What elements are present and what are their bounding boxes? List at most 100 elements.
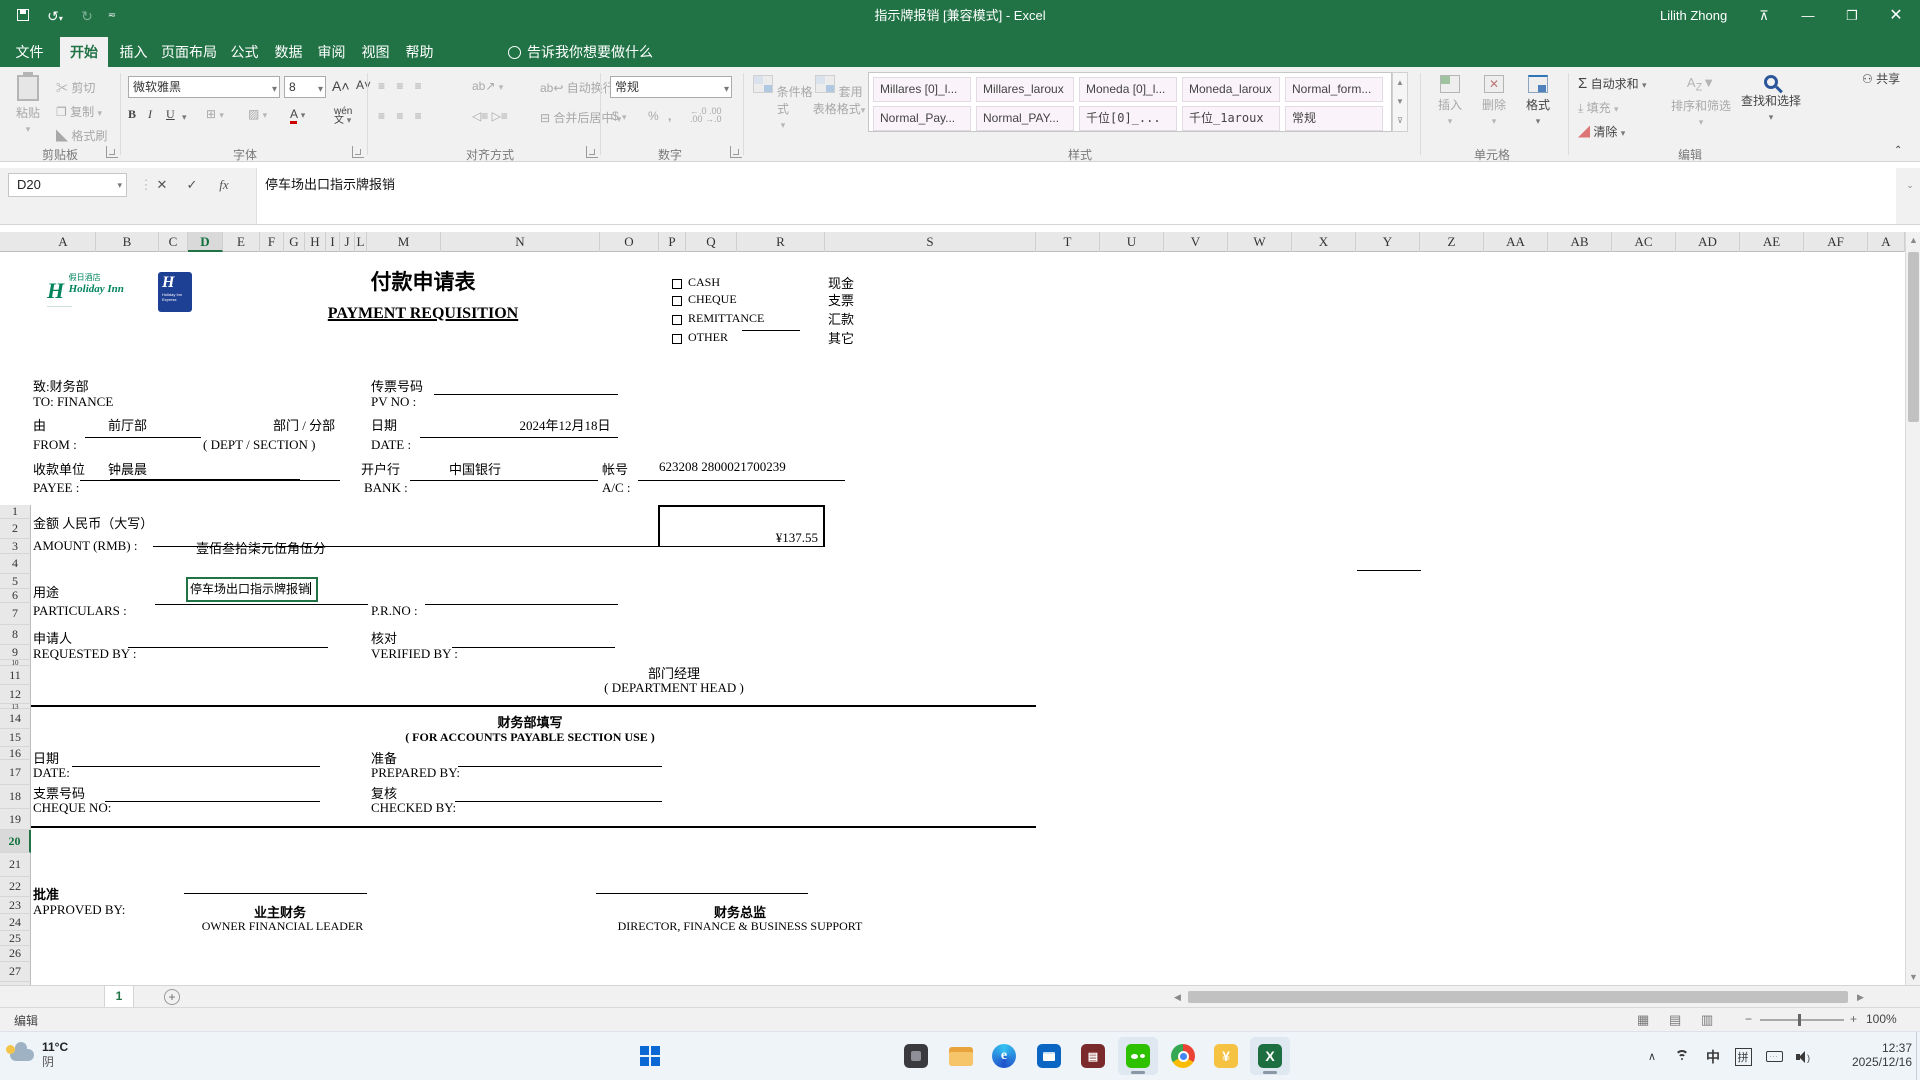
- ime-language-indicator[interactable]: 中: [1702, 1032, 1724, 1080]
- row-header-4[interactable]: 4: [0, 554, 31, 574]
- underline-button[interactable]: U: [166, 107, 175, 122]
- scroll-right-icon[interactable]: ▶: [1853, 991, 1868, 1003]
- format-as-table-button[interactable]: 套用 表格格式▾: [808, 75, 870, 117]
- currency-icon[interactable]: $ ▾: [612, 109, 627, 123]
- font-name-combo[interactable]: 微软雅黑 ▾: [128, 76, 280, 98]
- cut-button[interactable]: ✂ 剪切: [56, 79, 95, 96]
- row-header-19[interactable]: 19: [0, 809, 31, 830]
- sort-filter-button[interactable]: AZ▼ 排序和筛选 ▾: [1668, 75, 1734, 128]
- row-header-11[interactable]: 11: [0, 666, 31, 685]
- scroll-down-icon[interactable]: ▼: [1906, 969, 1920, 985]
- row-header-6[interactable]: 6: [0, 589, 31, 603]
- column-header-H[interactable]: H: [305, 232, 326, 252]
- column-header-C[interactable]: C: [159, 232, 188, 252]
- page-layout-view-icon[interactable]: ▤: [1669, 1012, 1681, 1028]
- row-header-27[interactable]: 27: [0, 962, 31, 982]
- file-explorer-icon[interactable]: [941, 1037, 981, 1075]
- percent-icon[interactable]: %: [648, 109, 659, 123]
- column-header-I[interactable]: I: [326, 232, 340, 252]
- column-header-E[interactable]: E: [223, 232, 260, 252]
- number-launcher-icon[interactable]: [730, 146, 742, 158]
- row-header-24[interactable]: 24: [0, 914, 31, 931]
- vertical-scrollbar[interactable]: ▲ ▼: [1905, 232, 1920, 985]
- column-header-D[interactable]: D: [188, 232, 223, 252]
- decimal-icons[interactable]: ←.0 .00.00 →.0: [690, 107, 722, 124]
- merge-center-button[interactable]: ⊟ 合并后居中 ▾: [540, 109, 621, 126]
- formula-bar-expand-icon[interactable]: ⌄: [1898, 174, 1920, 196]
- row-header-14[interactable]: 14: [0, 709, 31, 729]
- restore-button[interactable]: ❐: [1830, 0, 1874, 31]
- cell-style-item[interactable]: 千位_1aroux: [1182, 106, 1280, 131]
- column-header-G[interactable]: G: [284, 232, 305, 252]
- column-headers[interactable]: A B C D E F G H I J L M N O P Q R S T U V W X Y Z AA AB AC AD AE AF A: [0, 232, 1905, 252]
- shrink-font-icon[interactable]: A˅: [356, 78, 371, 92]
- copy-button[interactable]: ❐ 复制 ▾: [56, 103, 102, 120]
- clock[interactable]: 12:37 2025/12/16: [1824, 1032, 1912, 1080]
- row-header-20[interactable]: 20: [0, 830, 31, 853]
- row-header-15[interactable]: 15: [0, 729, 31, 747]
- tray-chevron-icon[interactable]: ∧: [1642, 1032, 1662, 1080]
- alignment-launcher-icon[interactable]: [586, 146, 598, 158]
- scroll-left-icon[interactable]: ◀: [1170, 991, 1185, 1003]
- column-header-A-partial[interactable]: A: [1868, 232, 1905, 252]
- indent-icons[interactable]: ◁≡ ▷≡: [472, 109, 508, 123]
- row-header-26[interactable]: 26: [0, 946, 31, 962]
- column-header-AC[interactable]: AC: [1612, 232, 1676, 252]
- row-header-1[interactable]: 1: [0, 505, 31, 519]
- ribbon-display-options-icon[interactable]: ⊼: [1742, 0, 1786, 31]
- horizontal-scrollbar[interactable]: ◀ ▶: [1170, 989, 1868, 1005]
- row-header-23[interactable]: 23: [0, 897, 31, 914]
- insert-cells-button[interactable]: 插入 ▾: [1428, 75, 1472, 127]
- row-header-25[interactable]: 25: [0, 931, 31, 946]
- row-header-16[interactable]: 16: [0, 747, 31, 760]
- row-header-12[interactable]: 12: [0, 685, 31, 704]
- row-header-17[interactable]: 17: [0, 760, 31, 785]
- bold-button[interactable]: B: [128, 107, 136, 122]
- row-header-9[interactable]: 9: [0, 645, 31, 660]
- redo-button[interactable]: ↻: [72, 4, 102, 28]
- network-icon[interactable]: [1672, 1032, 1694, 1080]
- column-header-AA[interactable]: AA: [1484, 232, 1548, 252]
- horizontal-scroll-thumb[interactable]: [1188, 991, 1848, 1003]
- normal-view-icon[interactable]: ▦: [1637, 1012, 1649, 1028]
- column-header-O[interactable]: O: [600, 232, 659, 252]
- column-header-M[interactable]: M: [367, 232, 441, 252]
- confirm-entry-icon[interactable]: ✓: [180, 174, 204, 196]
- scroll-up-icon[interactable]: ▲: [1906, 232, 1920, 248]
- column-header-R[interactable]: R: [737, 232, 825, 252]
- format-cells-button[interactable]: 格式 ▾: [1516, 75, 1560, 127]
- ribbon-tab-file[interactable]: 文件: [10, 37, 49, 67]
- name-box[interactable]: D20 ▾: [8, 173, 127, 197]
- cell-style-item[interactable]: 常规: [1285, 106, 1383, 131]
- add-sheet-icon[interactable]: +: [164, 989, 180, 1005]
- user-name[interactable]: Lilith Zhong: [1660, 0, 1727, 31]
- cell-style-item[interactable]: Normal_Pay...: [873, 106, 971, 131]
- finance-app-icon[interactable]: ¥: [1206, 1037, 1246, 1075]
- row-header-8[interactable]: 8: [0, 625, 31, 645]
- column-header-J[interactable]: J: [340, 232, 355, 252]
- start-button[interactable]: [630, 1037, 670, 1075]
- column-header-A[interactable]: A: [31, 232, 96, 252]
- row-header-5[interactable]: 5: [0, 574, 31, 589]
- gallery-scroll-icons[interactable]: ▲ ▼ ⊽: [1392, 72, 1408, 132]
- comma-style-icon[interactable]: ,: [668, 109, 671, 123]
- ribbon-tab-视图[interactable]: 视图: [359, 37, 392, 67]
- vertical-align-icons[interactable]: ≡ ≡ ≡: [378, 79, 426, 93]
- insert-function-icon[interactable]: fx: [212, 174, 236, 196]
- volume-icon[interactable]: ): [1792, 1032, 1816, 1080]
- cell-style-item[interactable]: Normal_PAY...: [976, 106, 1074, 131]
- cell-style-item[interactable]: Millares [0]_l...: [873, 77, 971, 102]
- vertical-scroll-thumb[interactable]: [1908, 252, 1919, 422]
- collapse-ribbon-icon[interactable]: ⌃: [1894, 145, 1902, 156]
- row-header-7[interactable]: 7: [0, 603, 31, 625]
- ribbon-tab-帮助[interactable]: 帮助: [403, 37, 436, 67]
- app-icon-dark[interactable]: [896, 1037, 936, 1075]
- autosum-button[interactable]: Σ 自动求和 ▾: [1578, 75, 1647, 92]
- close-button[interactable]: ✕: [1874, 0, 1918, 31]
- column-header-T[interactable]: T: [1036, 232, 1100, 252]
- share-button[interactable]: ⚇ 共享: [1862, 70, 1900, 87]
- column-header-V[interactable]: V: [1164, 232, 1228, 252]
- qat-customize-icon[interactable]: ≂: [102, 4, 122, 28]
- find-select-button[interactable]: 查找和选择 ▾: [1736, 75, 1806, 123]
- zoom-slider[interactable]: [1760, 1019, 1844, 1021]
